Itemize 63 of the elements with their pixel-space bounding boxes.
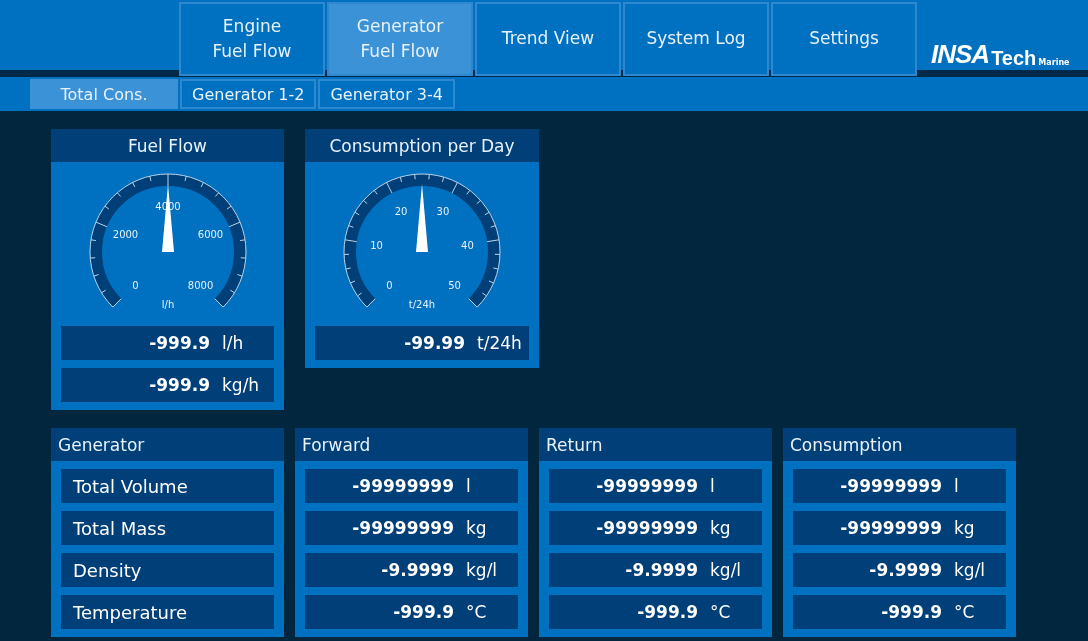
cell-value: -999.9 [636, 602, 698, 622]
scale-label: 0 [386, 279, 393, 291]
cell-unit: kg/l [709, 560, 743, 580]
cell-value: -9.9999 [624, 560, 698, 580]
reading-value: -999.9 [148, 333, 210, 353]
logo-brand: INSA [931, 39, 990, 70]
cell-value: -999.9 [880, 602, 942, 622]
cell-unit: l [709, 476, 716, 496]
cell-unit: °C [709, 602, 732, 622]
nav-tab[interactable]: Generator Fuel Flow [327, 2, 473, 76]
row-label: Total Volume [72, 475, 188, 497]
cell-value: -99999999 [351, 476, 454, 496]
cell-unit: kg [465, 518, 488, 538]
column-header: Return [539, 428, 772, 461]
scale-label: 6000 [197, 229, 223, 241]
scale-label: 8000 [187, 279, 213, 291]
sub-tab[interactable]: Generator 3-4 [318, 79, 455, 109]
cell-unit: kg/l [953, 560, 987, 580]
cell-unit: l [465, 476, 472, 496]
row-label: Total Mass [72, 517, 167, 539]
reading-value: -99.99 [403, 333, 465, 353]
cell-value: -9.9999 [380, 560, 454, 580]
scale-label: 50 [448, 279, 461, 291]
sub-tab[interactable]: Total Cons. [30, 79, 178, 109]
cell-unit: °C [465, 602, 488, 622]
nav-tab[interactable]: Trend View [475, 2, 621, 76]
nav-tab[interactable]: Engine Fuel Flow [179, 2, 325, 76]
sub-tab[interactable]: Generator 1-2 [180, 79, 317, 109]
cell-unit: kg [709, 518, 732, 538]
reading-unit: t/24h [476, 333, 523, 353]
scale-label: 20 [394, 206, 408, 217]
column-header: Generator [51, 428, 284, 461]
cell-value: -999.9 [392, 602, 454, 622]
logo-suffix: Marine [1038, 58, 1070, 67]
logo-name: Tech [991, 47, 1037, 70]
scale-label: 2000 [112, 229, 138, 241]
cell-value: -99999999 [839, 476, 942, 496]
card-title: Consumption per Day [305, 129, 539, 162]
card-title: Fuel Flow [51, 129, 284, 162]
nav-tab[interactable]: System Log [623, 2, 769, 76]
cell-value: -99999999 [595, 476, 698, 496]
column-header: Consumption [783, 428, 1016, 461]
cell-unit: kg/l [465, 560, 499, 580]
cell-unit: kg [953, 518, 976, 538]
scale-label: 0 [131, 279, 139, 291]
cell-value: -9.9999 [868, 560, 942, 580]
row-label: Temperature [72, 601, 188, 623]
cell-unit: l [953, 476, 960, 496]
column-header: Forward [295, 428, 528, 461]
row-label: Density [72, 559, 142, 581]
nav-tab[interactable]: Settings [771, 2, 917, 76]
cell-value: -99999999 [351, 518, 454, 538]
cell-value: -99999999 [595, 518, 698, 538]
scale-label: 40 [461, 239, 474, 251]
cell-unit: °C [953, 602, 976, 622]
cell-value: -99999999 [839, 518, 942, 538]
scale-label: 30 [436, 206, 450, 217]
reading-unit: l/h [221, 333, 245, 353]
unit-label: t/24h [408, 299, 436, 310]
scale-label: 10 [370, 239, 383, 251]
unit-label: l/h [161, 299, 174, 310]
reading-unit: kg/h [221, 375, 261, 395]
reading-value: -999.9 [148, 375, 210, 395]
